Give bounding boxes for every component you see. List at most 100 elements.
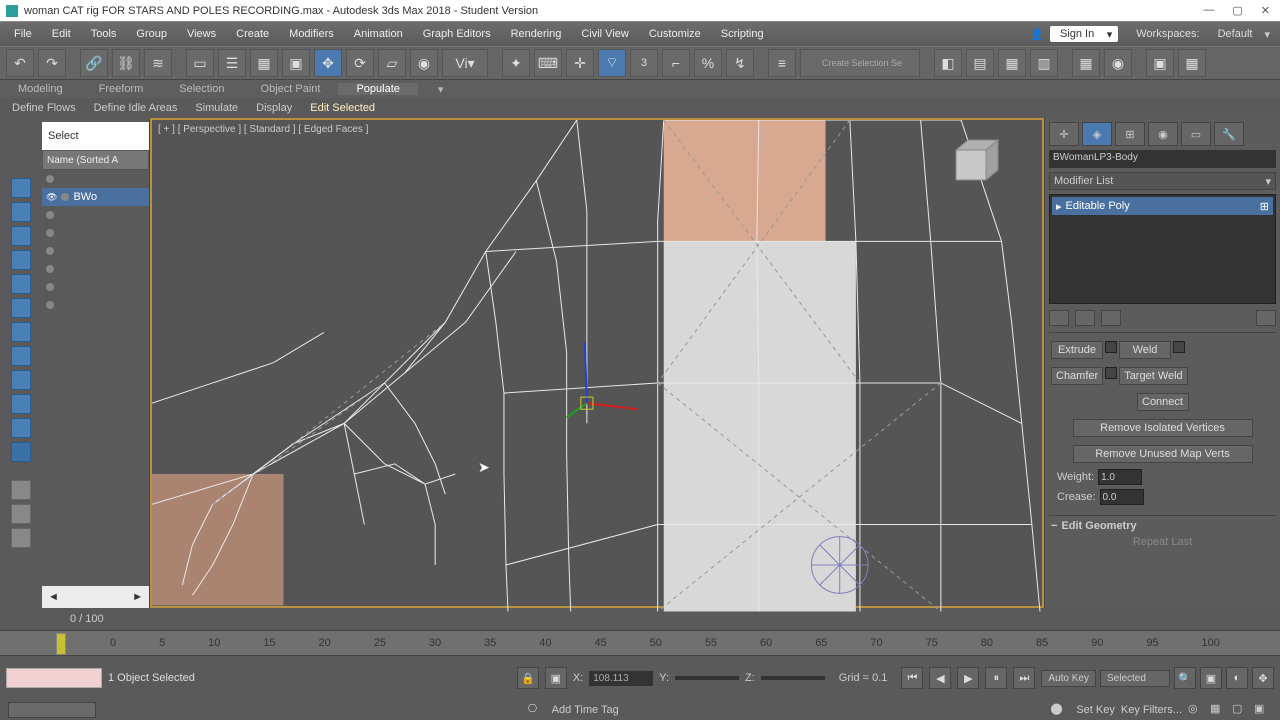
select-name-icon[interactable]: ☰ (218, 49, 246, 77)
zoom-all-icon[interactable]: ▣ (1200, 667, 1222, 689)
display-all-icon[interactable] (11, 178, 31, 198)
list-item[interactable]: 👁BWo (42, 188, 149, 206)
goto-start-icon[interactable]: ⏮ (901, 667, 923, 689)
remove-unused-button[interactable]: Remove Unused Map Verts (1073, 445, 1253, 463)
menu-file[interactable]: File (4, 28, 42, 40)
pin-stack-icon[interactable] (1049, 310, 1069, 326)
connect-button[interactable]: Connect (1137, 393, 1189, 411)
ref-coord-icon[interactable]: Vi▾ (442, 49, 488, 77)
select-object-icon[interactable]: ▭ (186, 49, 214, 77)
select-scale-icon[interactable]: ▱ (378, 49, 406, 77)
pager-left-icon[interactable]: ◄ (48, 591, 59, 603)
target-weld-button[interactable]: Target Weld (1119, 367, 1188, 385)
y-coord[interactable] (675, 676, 739, 680)
menu-customize[interactable]: Customize (639, 28, 711, 40)
zoom-extents-icon[interactable]: ▦ (1210, 702, 1228, 718)
ribbon-populate[interactable]: Populate (338, 83, 417, 95)
z-coord[interactable] (761, 676, 825, 680)
configure-icon[interactable] (1256, 310, 1276, 326)
hierarchy-tab-icon[interactable]: ⊞ (1115, 122, 1145, 146)
ribbon-freeform[interactable]: Freeform (81, 83, 162, 95)
curve-editor-icon[interactable]: ▥ (1030, 49, 1058, 77)
keyboard-icon[interactable]: ⌨ (534, 49, 562, 77)
menu-create[interactable]: Create (226, 28, 279, 40)
viewcube[interactable] (946, 136, 1006, 186)
select-rect-icon[interactable]: ▦ (250, 49, 278, 77)
display-xrefs-icon[interactable] (11, 370, 31, 390)
chevron-down-icon[interactable]: ▾ (1258, 28, 1276, 41)
menu-animation[interactable]: Animation (344, 28, 413, 40)
zoom-icon[interactable]: 🔍 (1174, 667, 1196, 689)
min-max-icon[interactable]: ▢ (1232, 702, 1250, 718)
select-window-icon[interactable]: ▣ (282, 49, 310, 77)
ribbon-modeling[interactable]: Modeling (0, 83, 81, 95)
maxscript-mini[interactable] (8, 702, 96, 718)
edit-selected[interactable]: Edit Selected (310, 102, 375, 114)
goto-end-icon[interactable]: ⏭ (1013, 667, 1035, 689)
list-item[interactable] (42, 224, 149, 242)
maximize-icon[interactable]: ▢ (1232, 4, 1242, 17)
show-end-result-icon[interactable] (1075, 310, 1095, 326)
layer-add-icon[interactable] (11, 504, 31, 524)
orbit-icon[interactable]: ◎ (1188, 702, 1206, 718)
edit-geometry-title[interactable]: −Edit Geometry (1051, 520, 1274, 532)
pager-right-icon[interactable]: ► (132, 591, 143, 603)
material-icon[interactable]: ◉ (1104, 49, 1132, 77)
key-mode-icon[interactable]: ⬤ (1050, 702, 1070, 718)
scene-explorer-column[interactable]: Name (Sorted A (42, 150, 149, 170)
snap3-icon[interactable]: 3 (630, 49, 658, 77)
timeline[interactable]: 0510 152025 303540 455055 606570 758085 … (0, 630, 1280, 656)
minimize-icon[interactable]: ― (1203, 4, 1214, 17)
chamfer-button[interactable]: Chamfer (1051, 367, 1103, 385)
schematic-icon[interactable]: ▦ (1072, 49, 1100, 77)
create-tab-icon[interactable]: ✛ (1049, 122, 1079, 146)
percent-snap-icon[interactable]: % (694, 49, 722, 77)
ribbon-selection[interactable]: Selection (161, 83, 242, 95)
next-frame-icon[interactable]: ⏸ (985, 667, 1007, 689)
angle-snap-icon[interactable]: ⌔ (598, 49, 626, 77)
select-rotate-icon[interactable]: ⟳ (346, 49, 374, 77)
menu-civil-view[interactable]: Civil View (571, 28, 638, 40)
define-flows[interactable]: Define Flows (12, 102, 76, 114)
object-name[interactable]: BWomanLP3-Body (1049, 150, 1276, 168)
spinner-snap-icon[interactable]: ⌐ (662, 49, 690, 77)
display-bone-icon[interactable] (11, 394, 31, 414)
menu-tools[interactable]: Tools (81, 28, 127, 40)
setkey-button[interactable]: Set Key (1076, 704, 1115, 716)
bind-icon[interactable]: ≋ (144, 49, 172, 77)
crease-spinner[interactable] (1100, 489, 1144, 505)
menu-group[interactable]: Group (126, 28, 177, 40)
display-helpers-icon[interactable] (11, 298, 31, 318)
lock-selection-icon[interactable]: 🔒 (517, 667, 539, 689)
create-selection-set[interactable]: Create Selection Se (800, 49, 920, 77)
list-item[interactable] (42, 296, 149, 314)
list-item[interactable] (42, 170, 149, 188)
weld-settings-icon[interactable] (1173, 341, 1185, 353)
weight-spinner[interactable] (1098, 469, 1142, 485)
display-containers-icon[interactable] (11, 418, 31, 438)
layer-icon[interactable]: ▦ (998, 49, 1026, 77)
link-icon[interactable]: 🔗 (80, 49, 108, 77)
select-move-icon[interactable]: ✥ (314, 49, 342, 77)
pan-icon[interactable]: ✥ (1252, 667, 1274, 689)
menu-modifiers[interactable]: Modifiers (279, 28, 344, 40)
fov-icon[interactable]: ◐ (1226, 667, 1248, 689)
make-unique-icon[interactable] (1101, 310, 1121, 326)
time-tag[interactable]: Add Time Tag (552, 704, 619, 716)
autokey-button[interactable]: Auto Key (1041, 670, 1096, 687)
extrude-button[interactable]: Extrude (1051, 341, 1103, 359)
render-icon[interactable]: ▦ (1178, 49, 1206, 77)
unlink-icon[interactable]: ⛓ (112, 49, 140, 77)
close-icon[interactable]: ✕ (1261, 4, 1270, 17)
display-tab-icon[interactable]: ▭ (1181, 122, 1211, 146)
menu-views[interactable]: Views (177, 28, 226, 40)
display-shapes-icon[interactable] (11, 226, 31, 246)
x-coord[interactable]: 108.113 (589, 671, 653, 686)
display-lights-icon[interactable] (11, 250, 31, 270)
ribbon-drop-icon[interactable]: ▾ (438, 83, 444, 96)
edged-icon[interactable]: ↯ (726, 49, 754, 77)
list-item[interactable] (42, 260, 149, 278)
utilities-tab-icon[interactable]: 🔧 (1214, 122, 1244, 146)
modifier-stack[interactable]: ▸Editable Poly⊞ (1049, 194, 1276, 304)
simulate[interactable]: Simulate (195, 102, 238, 114)
